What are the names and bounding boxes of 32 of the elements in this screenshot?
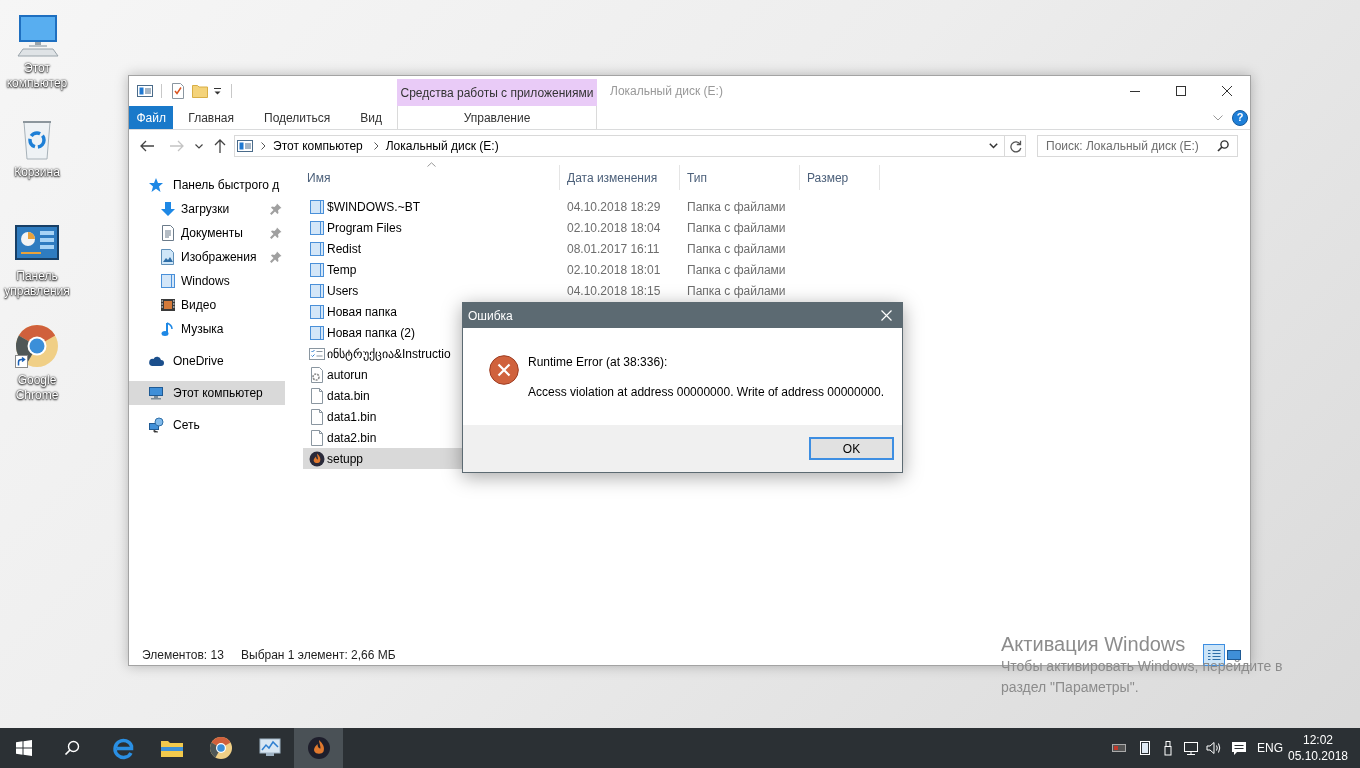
activation-message: Чтобы активировать Windows, перейдите в раздел "Параметры".: [1001, 657, 1284, 697]
file-name: setupp: [327, 450, 364, 468]
file-name: Users: [327, 282, 359, 300]
file-name: ინსტრუქცია&Instructio: [327, 345, 451, 363]
file-name: data.bin: [327, 387, 370, 405]
item-count: Элементов: 13: [142, 646, 225, 664]
file-name: Redist: [327, 240, 361, 258]
error-message: Access violation at address 00000000. Write of address 00000000.: [528, 385, 884, 400]
file-type: Папка с файлами: [687, 283, 786, 298]
file-name: Temp: [327, 261, 357, 279]
error-heading: Runtime Error (at 38:336):: [528, 355, 668, 370]
modified-date: 04.10.2018 18:29: [567, 199, 661, 214]
file-name: Program Files: [327, 219, 402, 237]
file-name: data1.bin: [327, 408, 377, 426]
file-type: Папка с файлами: [687, 199, 786, 214]
activation-title: Активация Windows: [1001, 632, 1186, 656]
file-name: Новая папка: [327, 303, 397, 321]
window-title: Локальный диск (E:): [609, 83, 723, 100]
file-name: $WINDOWS.~BT: [327, 198, 420, 216]
modified-date: 02.10.2018 18:04: [567, 220, 661, 235]
file-name: autorun: [327, 366, 368, 384]
selection-info: Выбран 1 элемент: 2,66 МБ: [241, 646, 396, 664]
modified-date: 04.10.2018 18:15: [567, 283, 661, 298]
file-type: Папка с файлами: [687, 220, 786, 235]
file-name: data2.bin: [327, 429, 377, 447]
file-type: Папка с файлами: [687, 241, 786, 256]
file-name: Новая папка (2): [327, 324, 415, 342]
dialog-title: Ошибка: [468, 307, 513, 325]
file-type: Папка с файлами: [687, 262, 786, 277]
modified-date: 08.01.2017 16:11: [567, 241, 660, 256]
tool-group-header: Средства работы с приложениями: [397, 79, 597, 106]
modified-date: 02.10.2018 18:01: [567, 262, 661, 277]
